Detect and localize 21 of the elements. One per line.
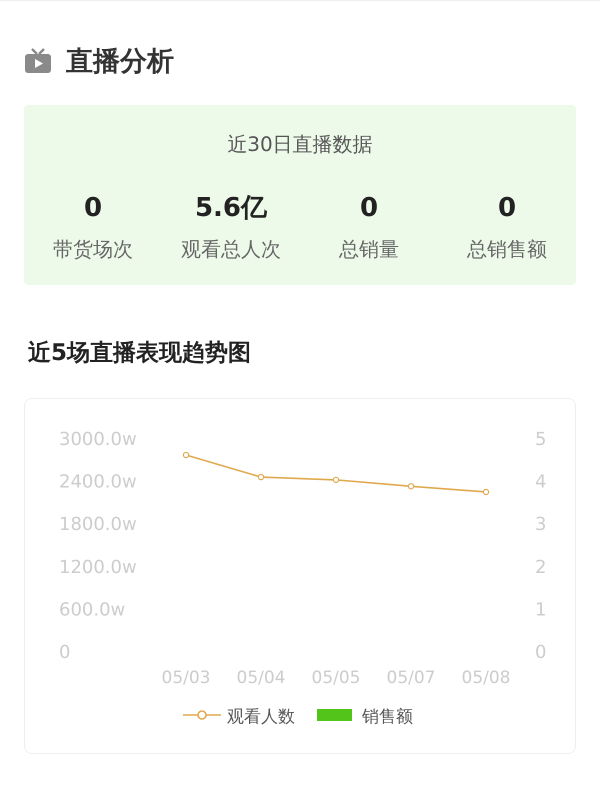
summary-title: 近30日直播数据	[227, 131, 373, 158]
legend-line-icon	[183, 710, 221, 720]
point	[408, 483, 414, 490]
point	[258, 474, 264, 480]
chart-title: 近5场直播表现趋势图	[28, 339, 252, 368]
stat-value: 0	[84, 192, 102, 224]
stat-label: 总销量	[339, 236, 399, 263]
point	[332, 476, 340, 484]
stat-value: 5.6亿	[194, 192, 268, 224]
point	[182, 452, 190, 458]
tv-icon	[24, 48, 52, 74]
stat-value: 0	[360, 192, 378, 224]
legend-label: 观看人数	[227, 707, 295, 727]
legend-swatch	[317, 709, 352, 721]
legend-label: 销售额	[362, 707, 413, 727]
point	[482, 488, 490, 496]
stat-value: 0	[498, 192, 516, 224]
stat-label: 带货场次	[53, 236, 133, 263]
stat-label: 观看总人次	[181, 236, 281, 263]
section-title: 直播分析	[66, 45, 174, 79]
stat-label: 总销售额	[467, 236, 547, 263]
